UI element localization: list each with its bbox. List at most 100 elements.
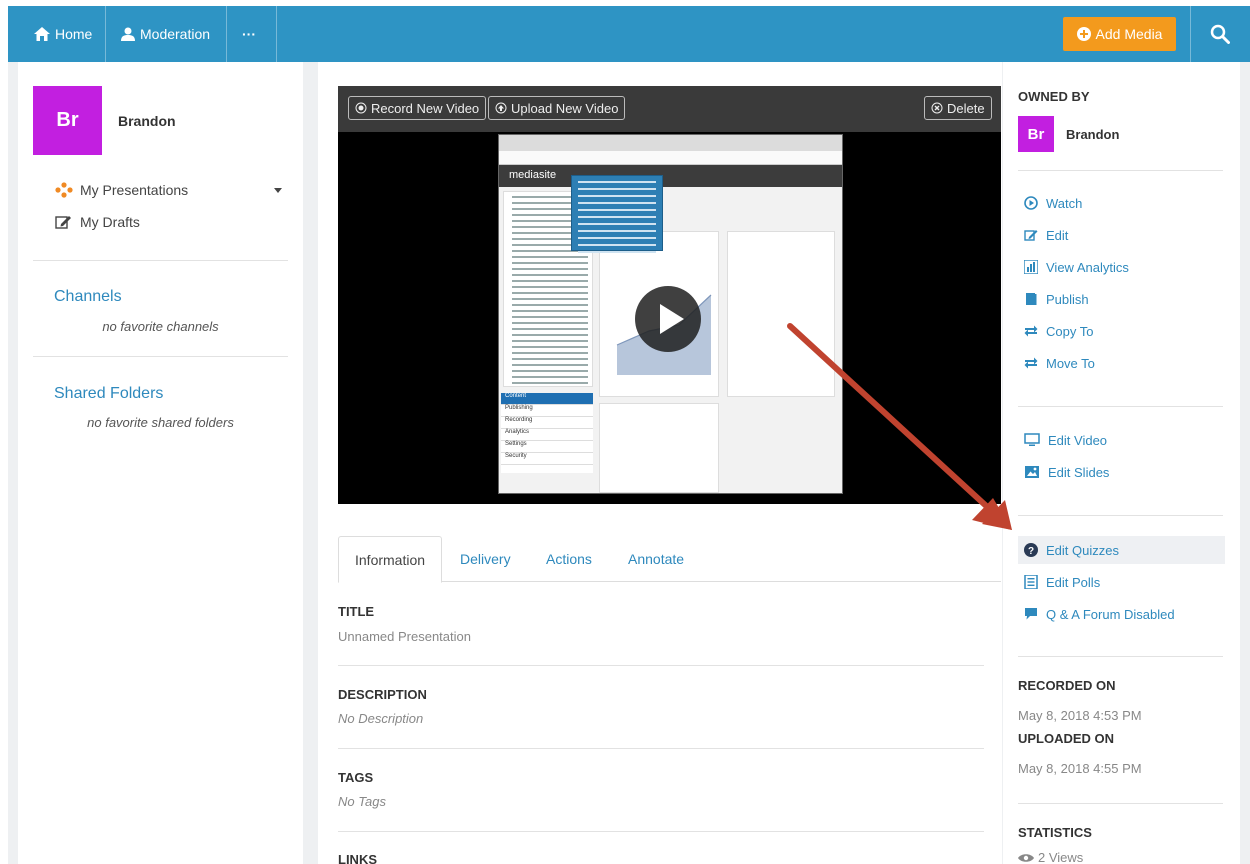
watch-label: Watch (1046, 195, 1083, 211)
thumbnail-recordings-panel (727, 231, 835, 397)
recorded-on-value: May 8, 2018 4:53 PM (1018, 708, 1142, 723)
divider (1018, 406, 1223, 407)
statistics-label: STATISTICS (1018, 825, 1092, 840)
view-analytics-link[interactable]: View Analytics (1018, 253, 1225, 281)
nav-moderation[interactable]: Moderation (121, 6, 210, 62)
video-toolbar: Record New Video Upload New Video Delete (338, 86, 1001, 132)
sidebar-item-my-presentations[interactable]: My Presentations (54, 182, 188, 198)
edit-link[interactable]: Edit (1018, 221, 1225, 249)
add-media-button[interactable]: Add Media (1063, 17, 1176, 51)
more-icon: ··· (242, 26, 256, 42)
exchange-icon (1024, 357, 1038, 369)
nav-moderation-label: Moderation (140, 26, 211, 42)
record-icon (355, 102, 367, 114)
view-analytics-label: View Analytics (1046, 259, 1129, 275)
edit-slides-link[interactable]: Edit Slides (1018, 458, 1225, 486)
divider (1018, 656, 1223, 657)
divider (33, 260, 288, 261)
publish-link[interactable]: Publish (1018, 285, 1225, 313)
channels-heading[interactable]: Channels (54, 288, 122, 306)
watch-link[interactable]: Watch (1018, 189, 1225, 217)
tags-value: No Tags (338, 794, 386, 809)
play-circle-icon (1024, 196, 1038, 210)
divider (1018, 515, 1223, 516)
shared-folders-empty-note: no favorite shared folders (87, 415, 234, 430)
tab-information[interactable]: Information (338, 536, 443, 583)
owner-avatar: Br (1018, 116, 1054, 152)
tab-actions[interactable]: Actions (546, 536, 592, 582)
delete-video-button[interactable]: Delete (924, 96, 992, 120)
chevron-down-icon[interactable] (274, 188, 282, 193)
svg-text:?: ? (1028, 546, 1034, 557)
browser-tabs (499, 135, 842, 151)
upload-new-video-button[interactable]: Upload New Video (488, 96, 626, 120)
qa-forum-link[interactable]: Q & A Forum Disabled (1018, 600, 1225, 628)
nav-divider (276, 6, 277, 62)
nav-home-label: Home (55, 26, 93, 42)
tab-delivery[interactable]: Delivery (460, 536, 511, 582)
edit-icon (1024, 230, 1038, 241)
edit-polls-link[interactable]: Edit Polls (1018, 568, 1225, 596)
main-content: Record New Video Upload New Video Delete… (318, 62, 1002, 864)
tab-annotate[interactable]: Annotate (628, 536, 684, 582)
copy-to-link[interactable]: Copy To (1018, 317, 1225, 345)
add-media-label: Add Media (1095, 26, 1163, 42)
upload-icon (495, 102, 507, 114)
copy-to-label: Copy To (1046, 323, 1094, 339)
sidebar-item-my-drafts[interactable]: My Drafts (54, 214, 140, 230)
move-to-link[interactable]: Move To (1018, 349, 1225, 377)
delete-label: Delete (947, 100, 985, 116)
qa-forum-label: Q & A Forum Disabled (1046, 606, 1175, 622)
title-label: TITLE (338, 604, 375, 619)
edit-video-label: Edit Video (1048, 432, 1108, 448)
browser-url-bar (499, 151, 842, 165)
description-label: DESCRIPTION (338, 687, 427, 702)
avatar: Br (33, 86, 102, 155)
owner-name: Brandon (1066, 127, 1120, 142)
upload-label: Upload New Video (511, 100, 619, 116)
thumbnail-nav-item: Settings (501, 441, 593, 453)
views-value: 2 Views (1038, 850, 1084, 864)
views-count: 2 Views (1018, 850, 1083, 864)
edit-quizzes-link[interactable]: ? Edit Quizzes (1018, 536, 1225, 564)
analytics-icon (1024, 260, 1038, 274)
brand-logo: mediasite (509, 169, 557, 181)
divider (1018, 803, 1223, 804)
nav-divider (105, 6, 106, 62)
thumbnail-popup (571, 175, 663, 253)
uploaded-on-label: UPLOADED ON (1018, 731, 1115, 746)
image-icon (1025, 466, 1039, 478)
divider (33, 356, 288, 357)
play-button[interactable] (635, 286, 701, 352)
question-circle-icon: ? (1024, 543, 1038, 557)
record-new-video-button[interactable]: Record New Video (348, 96, 487, 120)
right-sidebar: OWNED BY Br Brandon Watch Edit View Anal… (1003, 62, 1240, 864)
plus-circle-icon (1076, 27, 1091, 41)
links-label: LINKS (338, 852, 377, 864)
presentations-icon (55, 182, 73, 198)
close-circle-icon (931, 102, 943, 114)
eye-icon (1018, 853, 1034, 862)
channels-empty-note: no favorite channels (102, 319, 219, 334)
shared-folders-heading[interactable]: Shared Folders (54, 385, 163, 403)
sidebar-item-label: My Drafts (80, 214, 140, 230)
video-player[interactable]: Record New Video Upload New Video Delete… (338, 86, 1001, 504)
app-frame: Home Moderation ··· Add Media Br Brandon… (8, 6, 1250, 864)
divider (338, 665, 984, 666)
user-icon (121, 27, 135, 41)
thumbnail-nav-item: Content (501, 393, 593, 405)
nav-divider (226, 6, 227, 62)
nav-more-button[interactable]: ··· (242, 6, 256, 62)
publish-label: Publish (1046, 291, 1089, 307)
left-sidebar: Br Brandon My Presentations My Drafts Ch… (18, 62, 303, 864)
move-to-label: Move To (1046, 355, 1095, 371)
exchange-icon (1024, 325, 1038, 337)
search-button[interactable] (1190, 6, 1250, 62)
book-icon (1026, 293, 1037, 305)
user-name: Brandon (118, 113, 176, 129)
edit-video-link[interactable]: Edit Video (1018, 426, 1225, 454)
divider (338, 831, 984, 832)
edit-quizzes-label: Edit Quizzes (1046, 542, 1119, 558)
monitor-icon (1024, 433, 1040, 446)
nav-home[interactable]: Home (34, 6, 92, 62)
